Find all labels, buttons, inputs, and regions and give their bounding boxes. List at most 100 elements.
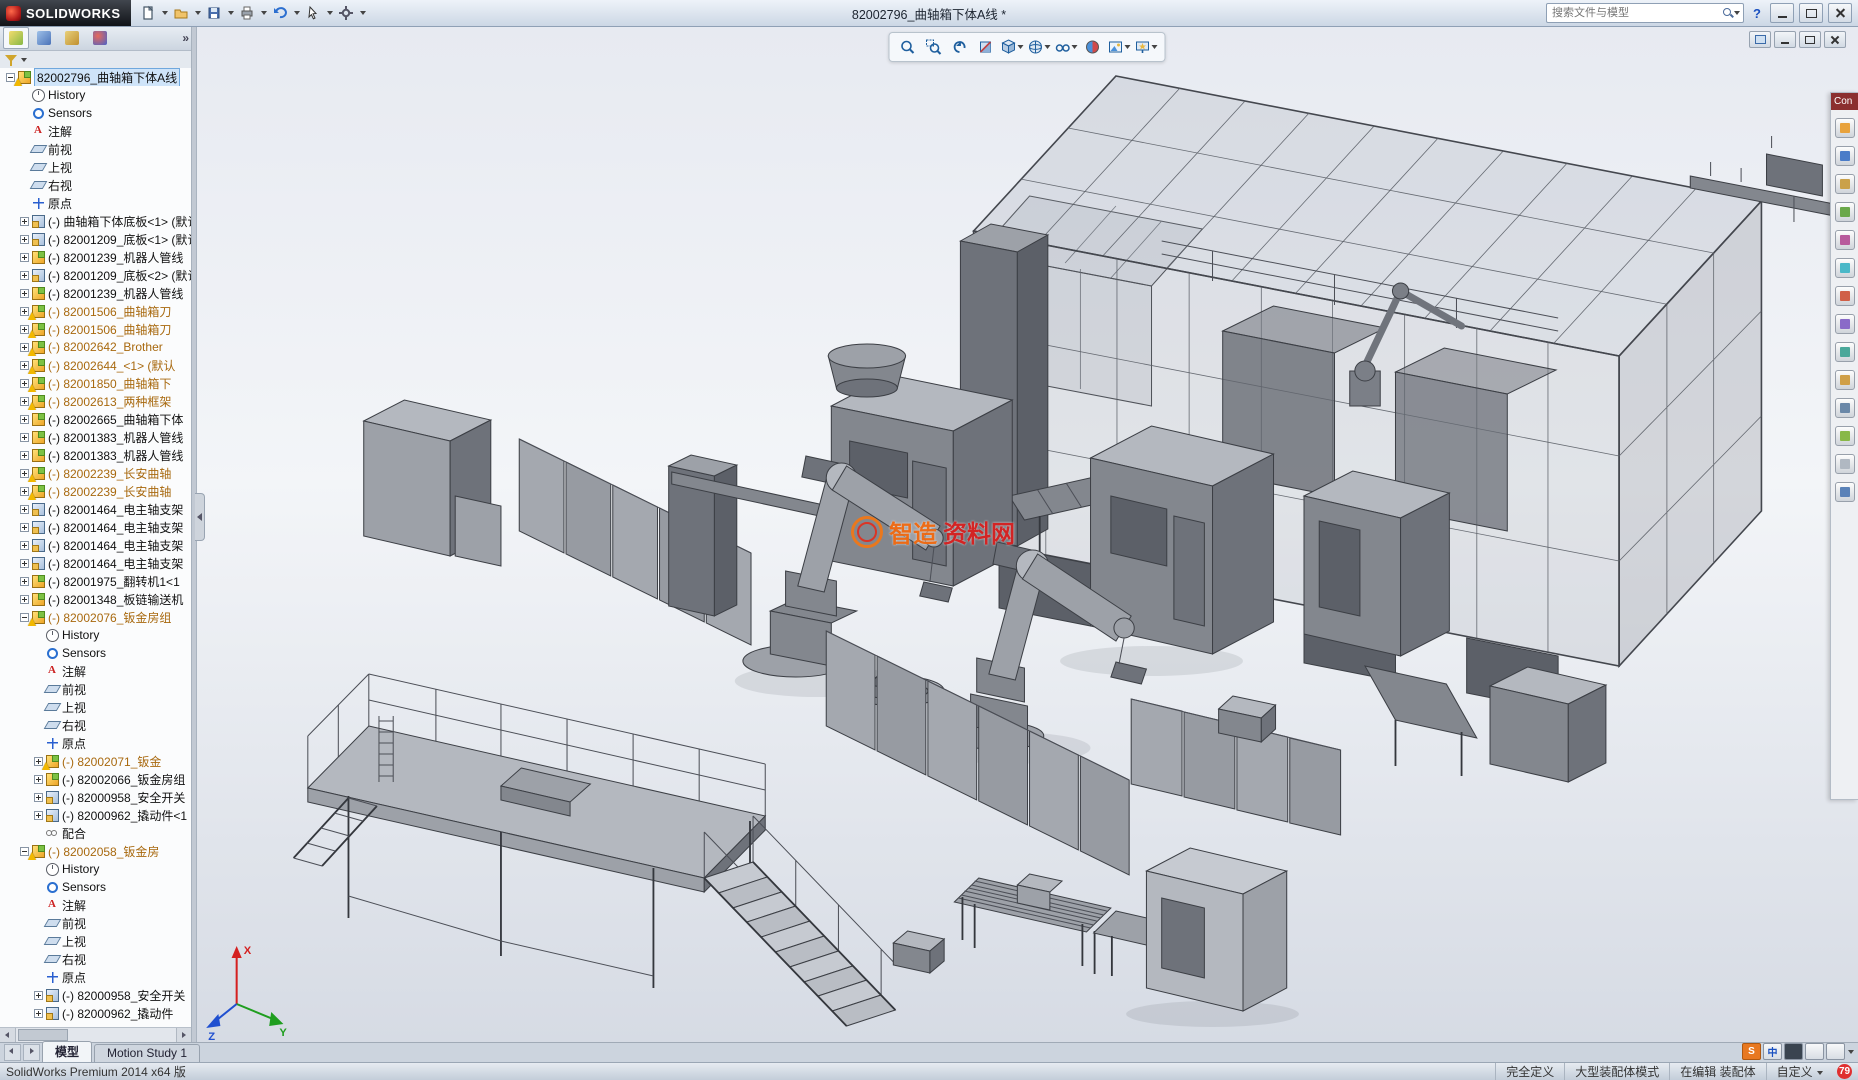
customize-caret-icon[interactable] <box>1817 1070 1823 1075</box>
tree-item[interactable]: 右视 <box>0 716 192 734</box>
tree-item[interactable]: (-) 82000962_撬动件 <box>0 1004 192 1022</box>
ime-keyboard-icon[interactable] <box>1805 1043 1824 1060</box>
tree-item[interactable]: (-) 82001975_翻转机1<1 <box>0 572 192 590</box>
undo-caret-icon[interactable] <box>293 11 300 15</box>
search-box[interactable] <box>1546 3 1745 23</box>
apply-scene-caret-icon[interactable] <box>1124 45 1131 49</box>
save-caret-icon[interactable] <box>227 11 234 15</box>
forum-icon[interactable] <box>1834 398 1855 418</box>
select-cursor-icon[interactable] <box>300 1 326 25</box>
section-view-icon[interactable] <box>974 35 998 59</box>
tree-item[interactable]: 原点 <box>0 194 192 212</box>
doc-minimize-button[interactable] <box>1774 31 1796 48</box>
tree-item[interactable]: (-) 82001850_曲轴箱下 <box>0 374 192 392</box>
tree-item[interactable]: Sensors <box>0 878 192 896</box>
tree-item[interactable]: 前视 <box>0 140 192 158</box>
print-icon[interactable] <box>234 1 260 25</box>
tree-expander[interactable] <box>20 540 29 550</box>
tree-item[interactable]: (-) 82002239_长安曲轴 <box>0 482 192 500</box>
tree-expander[interactable] <box>34 774 43 784</box>
tree-item[interactable]: (-) 82001348_板链输送机 <box>0 590 192 608</box>
tree-item[interactable]: History <box>0 860 192 878</box>
tree-item[interactable]: (-) 曲轴箱下体底板<1> (默认 <box>0 212 192 230</box>
decals-icon[interactable] <box>1834 314 1855 334</box>
options-caret-icon[interactable] <box>359 11 366 15</box>
tree-expander[interactable] <box>20 414 29 424</box>
displaymanager-tab[interactable] <box>87 27 113 49</box>
file-explorer-icon[interactable] <box>1834 202 1855 222</box>
ime-mode-icon[interactable] <box>1784 1043 1803 1060</box>
undo-icon[interactable] <box>267 1 293 25</box>
toolbox-icon[interactable] <box>1834 426 1855 446</box>
zoom-fit-icon[interactable] <box>896 35 920 59</box>
tree-item[interactable]: (-) 82000958_安全开关 <box>0 986 192 1004</box>
resources-home-icon[interactable] <box>1834 146 1855 166</box>
filter-funnel-icon[interactable] <box>5 54 17 67</box>
view-orientation-caret-icon[interactable] <box>1017 45 1024 49</box>
tree-item[interactable]: (-) 82001239_机器人管线 <box>0 248 192 266</box>
tree-item[interactable]: 上视 <box>0 932 192 950</box>
new-document-icon[interactable] <box>135 1 161 25</box>
doc-restore-button[interactable] <box>1799 31 1821 48</box>
help-button[interactable]: ? <box>1749 6 1765 21</box>
appearances-icon[interactable] <box>1834 258 1855 278</box>
doc-window-menu-icon[interactable] <box>1749 31 1771 48</box>
tree-expander[interactable] <box>20 522 29 532</box>
tree-item[interactable]: (-) 82001209_底板<2> (默认 <box>0 266 192 284</box>
tree-item[interactable]: (-) 82001464_电主轴支架 <box>0 554 192 572</box>
tree-item[interactable]: (-) 82002613_两种框架 <box>0 392 192 410</box>
search-icon[interactable] <box>1723 8 1733 18</box>
filter-caret-icon[interactable] <box>21 58 27 62</box>
new-caret-icon[interactable] <box>161 11 168 15</box>
tree-item[interactable]: (-) 82002076_钣金房组 <box>0 608 192 626</box>
scenes-icon[interactable] <box>1834 286 1855 306</box>
tab-scroll-right-icon[interactable] <box>23 1044 40 1061</box>
select-caret-icon[interactable] <box>326 11 333 15</box>
3d-viewport[interactable]: X Y Z <box>196 26 1858 1042</box>
solidworks-rx-icon[interactable]: S <box>1742 1043 1761 1060</box>
tree-item[interactable]: (-) 82002239_长安曲轴 <box>0 464 192 482</box>
machine-tool-c[interactable] <box>1302 470 1451 657</box>
status-customize[interactable]: 自定义 <box>1765 1063 1833 1080</box>
pin-icon[interactable] <box>1834 118 1855 138</box>
tree-expander[interactable] <box>34 990 43 1000</box>
tree-item[interactable]: (-) 82002644_<1> (默认 <box>0 356 192 374</box>
tree-expander[interactable] <box>34 1008 43 1018</box>
open-caret-icon[interactable] <box>194 11 201 15</box>
tree-item[interactable]: 注解 <box>0 122 192 140</box>
configurationmanager-tab[interactable] <box>59 27 85 49</box>
tree-item[interactable]: (-) 82001239_机器人管线 <box>0 284 192 302</box>
hide-show-caret-icon[interactable] <box>1071 45 1078 49</box>
scroll-left-icon[interactable] <box>0 1028 16 1042</box>
tree-expander[interactable] <box>20 576 29 586</box>
tree-item[interactable]: (-) 82001506_曲轴箱刀 <box>0 320 192 338</box>
tree-item[interactable]: 前视 <box>0 680 192 698</box>
tree-item[interactable]: (-) 82002058_钣金房 <box>0 842 192 860</box>
tree-item[interactable]: (-) 82001464_电主轴支架 <box>0 500 192 518</box>
control-cabinet-right[interactable] <box>1145 847 1289 1012</box>
featuremanager-tab[interactable] <box>3 27 29 49</box>
view-settings-caret-icon[interactable] <box>1151 45 1158 49</box>
tree-item[interactable]: Sensors <box>0 104 192 122</box>
chinese-input-icon[interactable]: 中 <box>1763 1043 1782 1060</box>
tree-expander[interactable] <box>20 504 29 514</box>
tab-scroll-left-icon[interactable] <box>4 1044 21 1061</box>
tree-item[interactable]: 原点 <box>0 734 192 752</box>
tree-item[interactable]: (-) 82001383_机器人管线 <box>0 446 192 464</box>
document-recovery-icon[interactable] <box>1834 370 1855 390</box>
tree-item[interactable]: (-) 82001383_机器人管线 <box>0 428 192 446</box>
parts-feeder[interactable] <box>827 343 907 398</box>
tree-item[interactable]: 上视 <box>0 158 192 176</box>
hide-show-items-icon[interactable] <box>1054 35 1079 59</box>
tree-item[interactable]: Sensors <box>0 644 192 662</box>
tree-item[interactable]: 注解 <box>0 662 192 680</box>
tree-item[interactable]: (-) 82002071_钣金 <box>0 752 192 770</box>
tree-item[interactable]: 配合 <box>0 824 192 842</box>
design-library-icon[interactable] <box>1834 174 1855 194</box>
tree-item[interactable]: 前视 <box>0 914 192 932</box>
tree-item[interactable]: 右视 <box>0 950 192 968</box>
search-input[interactable] <box>1550 6 1724 20</box>
display-style-icon[interactable] <box>1027 35 1052 59</box>
language-bar-caret-icon[interactable] <box>1848 1049 1854 1054</box>
previous-view-icon[interactable] <box>948 35 972 59</box>
